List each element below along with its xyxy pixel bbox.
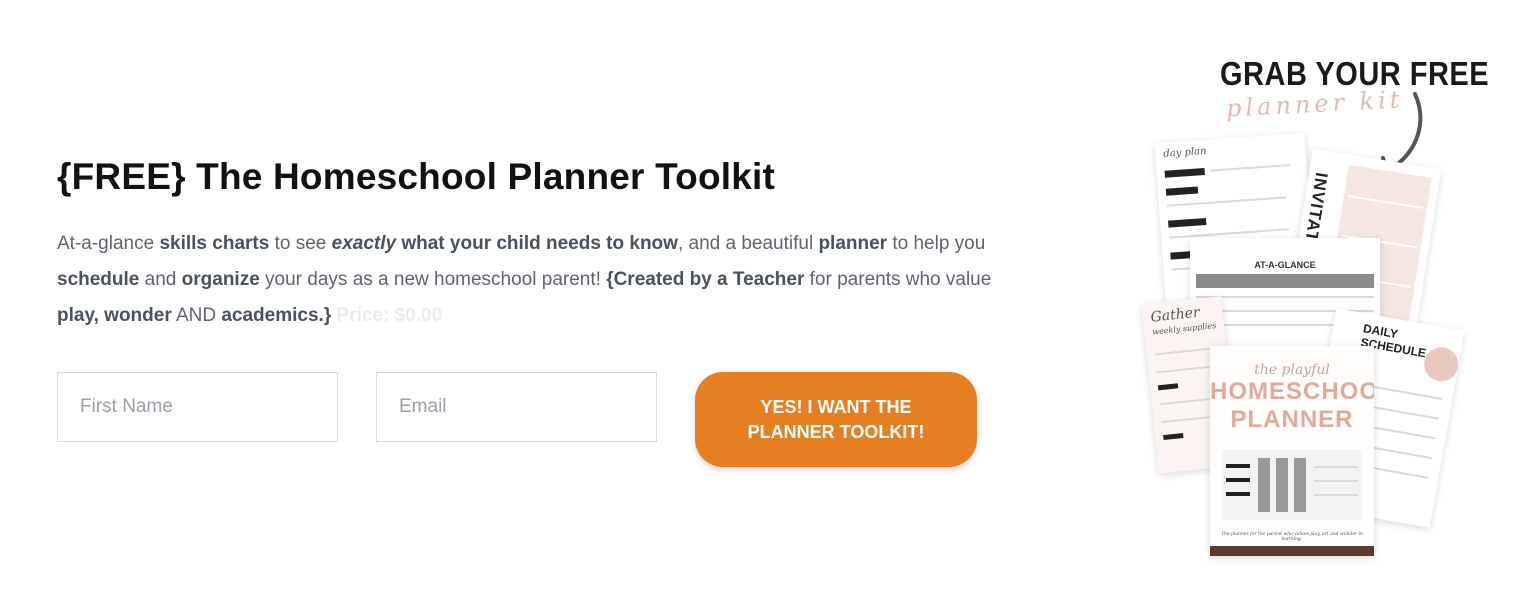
day-plan-title: day plan xyxy=(1163,145,1207,160)
cover-script: the playful xyxy=(1254,362,1330,378)
submit-button[interactable]: YES! I WANT THE PLANNER TOOLKIT! xyxy=(695,372,977,467)
description-text: At-a-glance xyxy=(57,233,160,254)
description-text: and xyxy=(139,269,182,290)
description-emphasis: schedule xyxy=(57,269,140,290)
description-text: to see xyxy=(269,233,332,254)
description-text: , and a beautiful xyxy=(677,233,819,254)
cover-tagline: The planner for the parent who values pl… xyxy=(1221,532,1363,542)
email-input[interactable] xyxy=(376,372,657,442)
page-title: {FREE} The Homeschool Planner Toolkit xyxy=(57,156,776,197)
description-text: to help you xyxy=(887,233,986,254)
description-text: your days as a new homeschool parent! xyxy=(259,269,607,290)
cover-title-line2: PLANNER xyxy=(1230,406,1354,433)
description-emphasis: planner xyxy=(818,233,888,254)
description-italic: exactly xyxy=(331,233,397,254)
description-emphasis: skills charts xyxy=(159,233,270,254)
description: At-a-glance skills charts to see exactly… xyxy=(57,226,997,334)
description-text: for parents who value xyxy=(804,269,992,290)
description-emphasis: play, wonder xyxy=(57,305,172,326)
at-a-glance-title: AT-A-GLANCE xyxy=(1254,260,1316,270)
description-emphasis: what your child needs to know xyxy=(396,233,678,254)
planner-cover: the playful HOMESCHOOL PLANNER The plann… xyxy=(1210,346,1374,556)
description-emphasis: {Created by a Teacher xyxy=(606,269,805,290)
price-label: Price: $0.00 xyxy=(331,305,443,326)
description-text: AND xyxy=(171,305,222,326)
cover-title-line1: HOMESCHOOL xyxy=(1210,378,1374,405)
description-emphasis: organize xyxy=(181,269,260,290)
description-emphasis: academics.} xyxy=(221,305,332,326)
first-name-input[interactable] xyxy=(57,372,338,442)
